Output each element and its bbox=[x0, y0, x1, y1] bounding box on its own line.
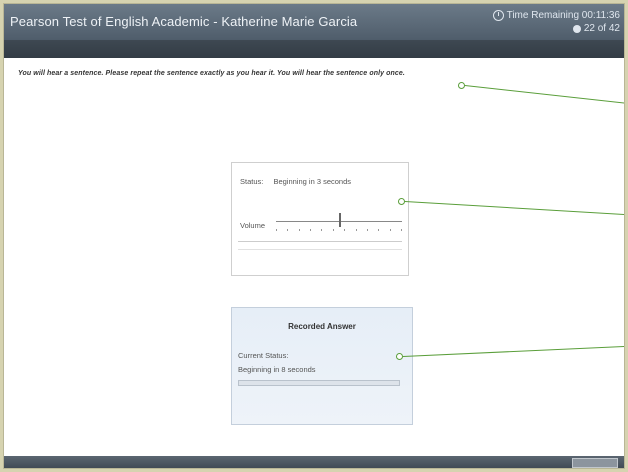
callout-line bbox=[464, 85, 624, 104]
bottom-bar bbox=[4, 456, 624, 468]
title-bar: Pearson Test of English Academic - Kathe… bbox=[4, 4, 624, 40]
volume-slider[interactable] bbox=[276, 213, 402, 227]
question-progress: 22 of 42 bbox=[583, 23, 620, 34]
next-button[interactable] bbox=[572, 458, 618, 468]
window-title: Pearson Test of English Academic - Kathe… bbox=[10, 14, 358, 29]
recorder-status-value: Beginning in 8 seconds bbox=[238, 365, 316, 374]
instructions-text: You will hear a sentence. Please repeat … bbox=[18, 70, 405, 77]
time-remaining: Time Remaining 00:11:36 bbox=[506, 10, 620, 21]
audio-status-label: Status: bbox=[240, 177, 264, 186]
timer-area: Time Remaining 00:11:36 22 of 42 bbox=[492, 9, 620, 35]
recorder-panel: Recorded Answer Current Status: Beginnin… bbox=[231, 307, 413, 425]
recorder-status-label: Current Status: bbox=[238, 351, 289, 360]
question-count-icon bbox=[572, 24, 581, 33]
audio-status-value: Beginning in 3 seconds bbox=[273, 177, 352, 186]
callout-dot bbox=[396, 353, 403, 360]
test-window: Pearson Test of English Academic - Kathe… bbox=[4, 4, 624, 468]
toolbar-strip bbox=[4, 40, 624, 58]
recording-progress-bar bbox=[238, 380, 400, 386]
recorder-title: Recorded Answer bbox=[288, 322, 356, 331]
callout-line bbox=[404, 201, 624, 216]
divider bbox=[238, 249, 402, 250]
volume-slider-thumb[interactable] bbox=[339, 213, 341, 227]
volume-ticks bbox=[276, 229, 402, 232]
volume-label: Volume bbox=[240, 221, 266, 230]
callout-line bbox=[403, 345, 624, 357]
clock-icon bbox=[492, 10, 504, 21]
audio-status: Status: Beginning in 3 seconds bbox=[240, 177, 351, 186]
audio-player-panel: Status: Beginning in 3 seconds Volume bbox=[231, 162, 409, 276]
divider bbox=[238, 241, 402, 242]
